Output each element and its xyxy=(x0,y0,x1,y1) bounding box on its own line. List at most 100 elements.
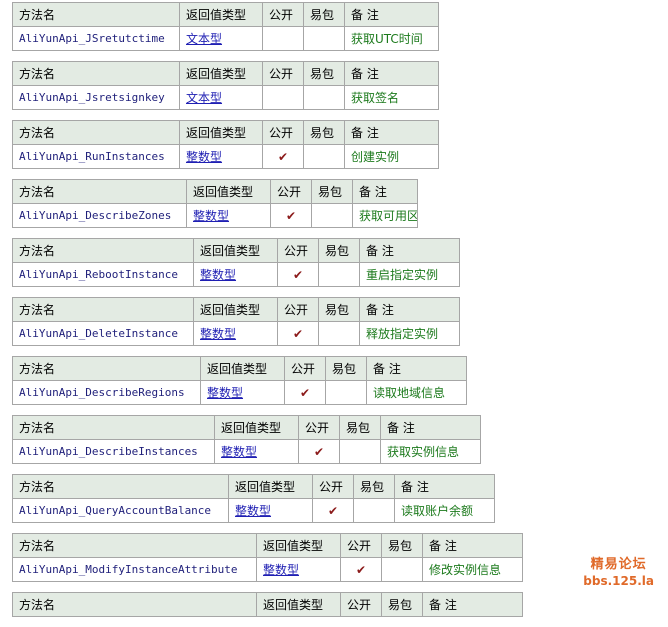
header-return-type: 返回值类型 xyxy=(256,592,341,617)
watermark-line2: bbs.125.la xyxy=(583,574,654,588)
method-note: 获取可用区 xyxy=(352,203,418,228)
easy-pack-cell xyxy=(303,85,345,110)
method-table: 方法名 返回值类型 公开 易包 备 注 AliYunApi_DeleteInst… xyxy=(12,297,460,346)
header-method: 方法名 xyxy=(12,61,180,86)
header-return-type: 返回值类型 xyxy=(214,415,299,440)
method-note: 创建实例 xyxy=(344,144,439,169)
public-cell: ✔ xyxy=(340,557,382,582)
easy-pack-cell xyxy=(303,26,345,51)
header-note: 备 注 xyxy=(366,356,467,381)
method-table: 方法名 返回值类型 公开 易包 备 注 AliYunApi_Jsretsignk… xyxy=(12,61,439,110)
method-note: 读取账户余额 xyxy=(394,498,495,523)
method-name: AliYunApi_RunInstances xyxy=(12,144,180,169)
return-type-link[interactable]: 文本型 xyxy=(179,26,263,51)
header-method: 方法名 xyxy=(12,356,201,381)
header-easy-pack: 易包 xyxy=(318,238,360,263)
easy-pack-cell xyxy=(381,557,423,582)
header-easy-pack: 易包 xyxy=(353,474,395,499)
header-easy-pack: 易包 xyxy=(303,120,345,145)
header-note: 备 注 xyxy=(359,238,460,263)
return-type-link[interactable]: 文本型 xyxy=(179,85,263,110)
header-public: 公开 xyxy=(340,533,382,558)
method-name: AliYunApi_RebootInstance xyxy=(12,262,194,287)
return-type-link[interactable]: 整数型 xyxy=(186,203,271,228)
header-method: 方法名 xyxy=(12,474,229,499)
public-cell: ✔ xyxy=(312,498,354,523)
method-note: 读取地域信息 xyxy=(366,380,467,405)
easy-pack-cell xyxy=(353,498,395,523)
header-public: 公开 xyxy=(277,238,319,263)
method-note: 获取签名 xyxy=(344,85,439,110)
header-note: 备 注 xyxy=(422,592,523,617)
check-icon: ✔ xyxy=(313,444,325,459)
header-method: 方法名 xyxy=(12,415,215,440)
easy-pack-cell xyxy=(303,144,345,169)
header-return-type: 返回值类型 xyxy=(193,297,278,322)
method-name: AliYunApi_JSretutctime xyxy=(12,26,180,51)
header-easy-pack: 易包 xyxy=(381,533,423,558)
header-return-type: 返回值类型 xyxy=(186,179,271,204)
header-note: 备 注 xyxy=(352,179,418,204)
return-type-link[interactable]: 整数型 xyxy=(214,439,299,464)
return-type-link[interactable]: 整数型 xyxy=(193,321,278,346)
check-icon: ✔ xyxy=(327,503,339,518)
method-table: 方法名 返回值类型 公开 易包 备 注 xyxy=(12,592,523,617)
header-easy-pack: 易包 xyxy=(318,297,360,322)
forum-watermark: 精易论坛 bbs.125.la xyxy=(583,556,654,590)
header-return-type: 返回值类型 xyxy=(179,2,263,27)
method-table: 方法名 返回值类型 公开 易包 备 注 AliYunApi_DescribeIn… xyxy=(12,415,481,464)
method-name: AliYunApi_Jsretsignkey xyxy=(12,85,180,110)
header-public: 公开 xyxy=(277,297,319,322)
method-note: 获取实例信息 xyxy=(380,439,481,464)
header-public: 公开 xyxy=(340,592,382,617)
return-type-link[interactable]: 整数型 xyxy=(228,498,313,523)
public-cell xyxy=(262,85,304,110)
header-public: 公开 xyxy=(298,415,340,440)
header-note: 备 注 xyxy=(380,415,481,440)
method-name: AliYunApi_DeleteInstance xyxy=(12,321,194,346)
method-table: 方法名 返回值类型 公开 易包 备 注 AliYunApi_RebootInst… xyxy=(12,238,460,287)
header-return-type: 返回值类型 xyxy=(193,238,278,263)
return-type-link[interactable]: 整数型 xyxy=(200,380,285,405)
header-return-type: 返回值类型 xyxy=(256,533,341,558)
method-list: 方法名 返回值类型 公开 易包 备 注 AliYunApi_JSretutcti… xyxy=(12,2,523,627)
method-table: 方法名 返回值类型 公开 易包 备 注 AliYunApi_DescribeZo… xyxy=(12,179,418,228)
header-method: 方法名 xyxy=(12,533,257,558)
public-cell: ✔ xyxy=(277,321,319,346)
header-method: 方法名 xyxy=(12,592,257,617)
header-return-type: 返回值类型 xyxy=(179,120,263,145)
header-method: 方法名 xyxy=(12,120,180,145)
header-easy-pack: 易包 xyxy=(303,2,345,27)
header-easy-pack: 易包 xyxy=(311,179,353,204)
header-note: 备 注 xyxy=(394,474,495,499)
check-icon: ✔ xyxy=(292,326,304,341)
easy-pack-cell xyxy=(318,321,360,346)
method-name: AliYunApi_DescribeInstances xyxy=(12,439,215,464)
method-name: AliYunApi_ModifyInstanceAttribute xyxy=(12,557,257,582)
header-method: 方法名 xyxy=(12,297,194,322)
public-cell: ✔ xyxy=(284,380,326,405)
method-name: AliYunApi_QueryAccountBalance xyxy=(12,498,229,523)
header-public: 公开 xyxy=(312,474,354,499)
header-easy-pack: 易包 xyxy=(303,61,345,86)
header-easy-pack: 易包 xyxy=(339,415,381,440)
check-icon: ✔ xyxy=(292,267,304,282)
method-note: 修改实例信息 xyxy=(422,557,523,582)
return-type-link[interactable]: 整数型 xyxy=(256,557,341,582)
public-cell xyxy=(262,26,304,51)
return-type-link[interactable]: 整数型 xyxy=(179,144,263,169)
header-method: 方法名 xyxy=(12,238,194,263)
header-public: 公开 xyxy=(262,120,304,145)
method-table: 方法名 返回值类型 公开 易包 备 注 AliYunApi_ModifyInst… xyxy=(12,533,523,582)
header-note: 备 注 xyxy=(422,533,523,558)
header-public: 公开 xyxy=(284,356,326,381)
easy-pack-cell xyxy=(311,203,353,228)
header-public: 公开 xyxy=(262,61,304,86)
method-table: 方法名 返回值类型 公开 易包 备 注 AliYunApi_DescribeRe… xyxy=(12,356,467,405)
header-public: 公开 xyxy=(270,179,312,204)
public-cell: ✔ xyxy=(298,439,340,464)
return-type-link[interactable]: 整数型 xyxy=(193,262,278,287)
header-return-type: 返回值类型 xyxy=(200,356,285,381)
header-easy-pack: 易包 xyxy=(381,592,423,617)
header-return-type: 返回值类型 xyxy=(179,61,263,86)
